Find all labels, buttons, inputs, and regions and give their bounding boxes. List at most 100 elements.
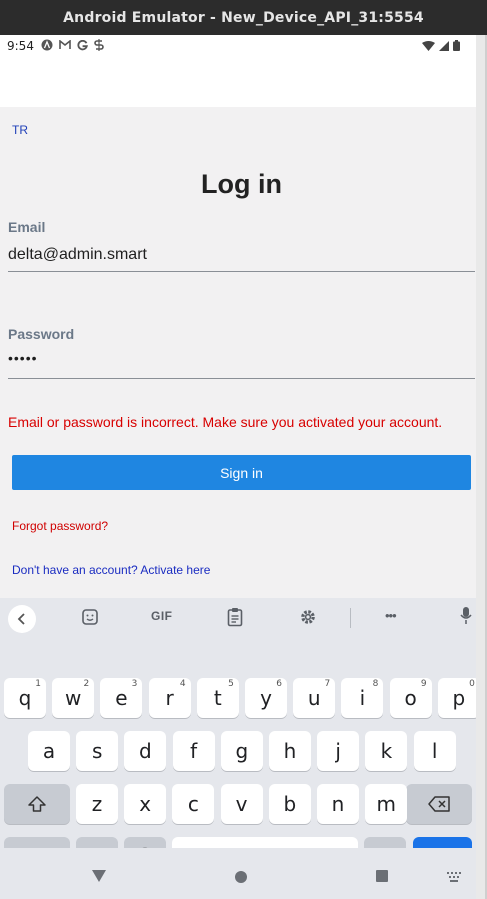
key-label: y	[260, 686, 272, 710]
key-label: d	[139, 739, 152, 763]
key-y[interactable]: y6	[245, 678, 287, 718]
password-label: Password	[8, 326, 75, 342]
backspace-icon	[428, 796, 450, 812]
keyboard-toolbar: GIF •••	[0, 598, 476, 638]
email-label: Email	[8, 219, 46, 235]
key-p[interactable]: p0	[437, 678, 476, 718]
emulator-side-panel	[476, 35, 487, 899]
key-label: l	[431, 739, 438, 763]
key-label: s	[91, 739, 103, 763]
key-number-hint: 5	[228, 679, 234, 689]
key-e[interactable]: e3	[100, 678, 143, 718]
key-label: a	[42, 739, 56, 763]
key-u[interactable]: u7	[293, 678, 336, 718]
chevron-left-icon[interactable]	[8, 605, 36, 633]
key-s[interactable]: s	[76, 731, 119, 771]
key-w[interactable]: w2	[52, 678, 95, 718]
email-underline	[8, 271, 475, 272]
backspace-key[interactable]	[406, 784, 472, 824]
shift-key[interactable]	[4, 784, 70, 824]
key-t[interactable]: t5	[196, 678, 239, 718]
key-number-hint: 9	[420, 679, 427, 689]
error-message: Email or password is incorrect. Make sur…	[8, 414, 443, 430]
key-label: j	[335, 739, 341, 763]
emulator-window: Android Emulator - New_Device_API_31:555…	[0, 0, 487, 899]
activate-account-link[interactable]: Don't have an account? Activate here	[12, 563, 210, 577]
key-label: g	[235, 739, 249, 763]
key-label: u	[307, 686, 321, 710]
toolbar-divider	[350, 608, 351, 628]
key-d[interactable]: d	[124, 731, 167, 771]
navigation-bar	[0, 848, 476, 899]
key-l[interactable]: l	[413, 731, 456, 771]
recents-nav-icon[interactable]	[376, 870, 388, 882]
sign-in-button[interactable]: Sign in	[12, 455, 471, 490]
key-x[interactable]: x	[124, 784, 167, 824]
key-q[interactable]: q1	[4, 678, 46, 718]
storage-icon	[94, 39, 104, 51]
key-z[interactable]: z	[76, 784, 118, 824]
key-n[interactable]: n	[317, 784, 359, 824]
gif-button[interactable]: GIF	[151, 609, 173, 623]
password-field[interactable]: •••••	[8, 350, 38, 366]
forgot-password-link[interactable]: Forgot password?	[12, 519, 108, 533]
key-a[interactable]: a	[28, 731, 70, 771]
signal-icon	[439, 40, 449, 51]
key-number-hint: 3	[131, 679, 138, 689]
key-number-hint: 4	[179, 679, 186, 689]
back-nav-icon[interactable]	[92, 870, 106, 882]
home-nav-icon[interactable]	[235, 871, 247, 883]
page-title: Log in	[201, 169, 282, 199]
key-number-hint: 7	[324, 679, 331, 689]
key-h[interactable]: h	[269, 731, 311, 771]
key-o[interactable]: o9	[389, 678, 432, 718]
key-f[interactable]: f	[172, 731, 215, 771]
key-label: z	[91, 792, 103, 816]
key-g[interactable]: g	[220, 731, 263, 771]
key-label: c	[187, 792, 199, 816]
email-field[interactable]: delta@admin.smart	[8, 246, 147, 264]
gmail-icon	[59, 40, 71, 49]
key-label: b	[283, 792, 297, 816]
google-icon	[77, 39, 88, 50]
key-label: p	[452, 686, 466, 710]
password-underline	[8, 378, 475, 379]
key-c[interactable]: c	[172, 784, 215, 824]
key-m[interactable]: m	[365, 784, 408, 824]
key-r[interactable]: r4	[148, 678, 191, 718]
key-label: w	[65, 686, 82, 710]
key-label: n	[331, 792, 345, 816]
key-label: m	[376, 792, 396, 816]
key-label: k	[380, 739, 393, 763]
microphone-icon[interactable]	[460, 606, 472, 626]
key-label: t	[213, 686, 222, 710]
gear-icon[interactable]	[299, 608, 317, 626]
key-label: h	[283, 739, 297, 763]
key-j[interactable]: j	[317, 731, 360, 771]
status-time: 9:54	[7, 39, 34, 53]
phone-screen: 9:54 TR Log in Email delta@admin.smart P…	[0, 35, 476, 899]
key-i[interactable]: i8	[341, 678, 384, 718]
keyboard-switch-icon[interactable]	[447, 872, 461, 882]
key-number-hint: 0	[469, 679, 475, 689]
key-label: o	[404, 686, 417, 710]
key-k[interactable]: k	[365, 731, 408, 771]
key-label: i	[359, 686, 366, 710]
language-toggle[interactable]: TR	[12, 123, 28, 137]
key-b[interactable]: b	[268, 784, 311, 824]
window-title: Android Emulator - New_Device_API_31:555…	[0, 0, 487, 35]
key-number-hint: 2	[83, 679, 90, 689]
battery-icon	[453, 40, 460, 51]
notification-icons	[41, 39, 104, 51]
sticker-icon[interactable]	[81, 608, 99, 626]
key-label: x	[139, 792, 152, 816]
shift-icon	[28, 796, 46, 812]
key-number-hint: 6	[276, 679, 282, 689]
status-bar: 9:54	[0, 35, 476, 107]
key-label: f	[190, 739, 198, 763]
key-label: r	[165, 686, 174, 710]
more-options-icon[interactable]: •••	[385, 608, 397, 623]
key-label: q	[18, 686, 32, 710]
clipboard-icon[interactable]	[227, 607, 243, 627]
key-v[interactable]: v	[220, 784, 263, 824]
